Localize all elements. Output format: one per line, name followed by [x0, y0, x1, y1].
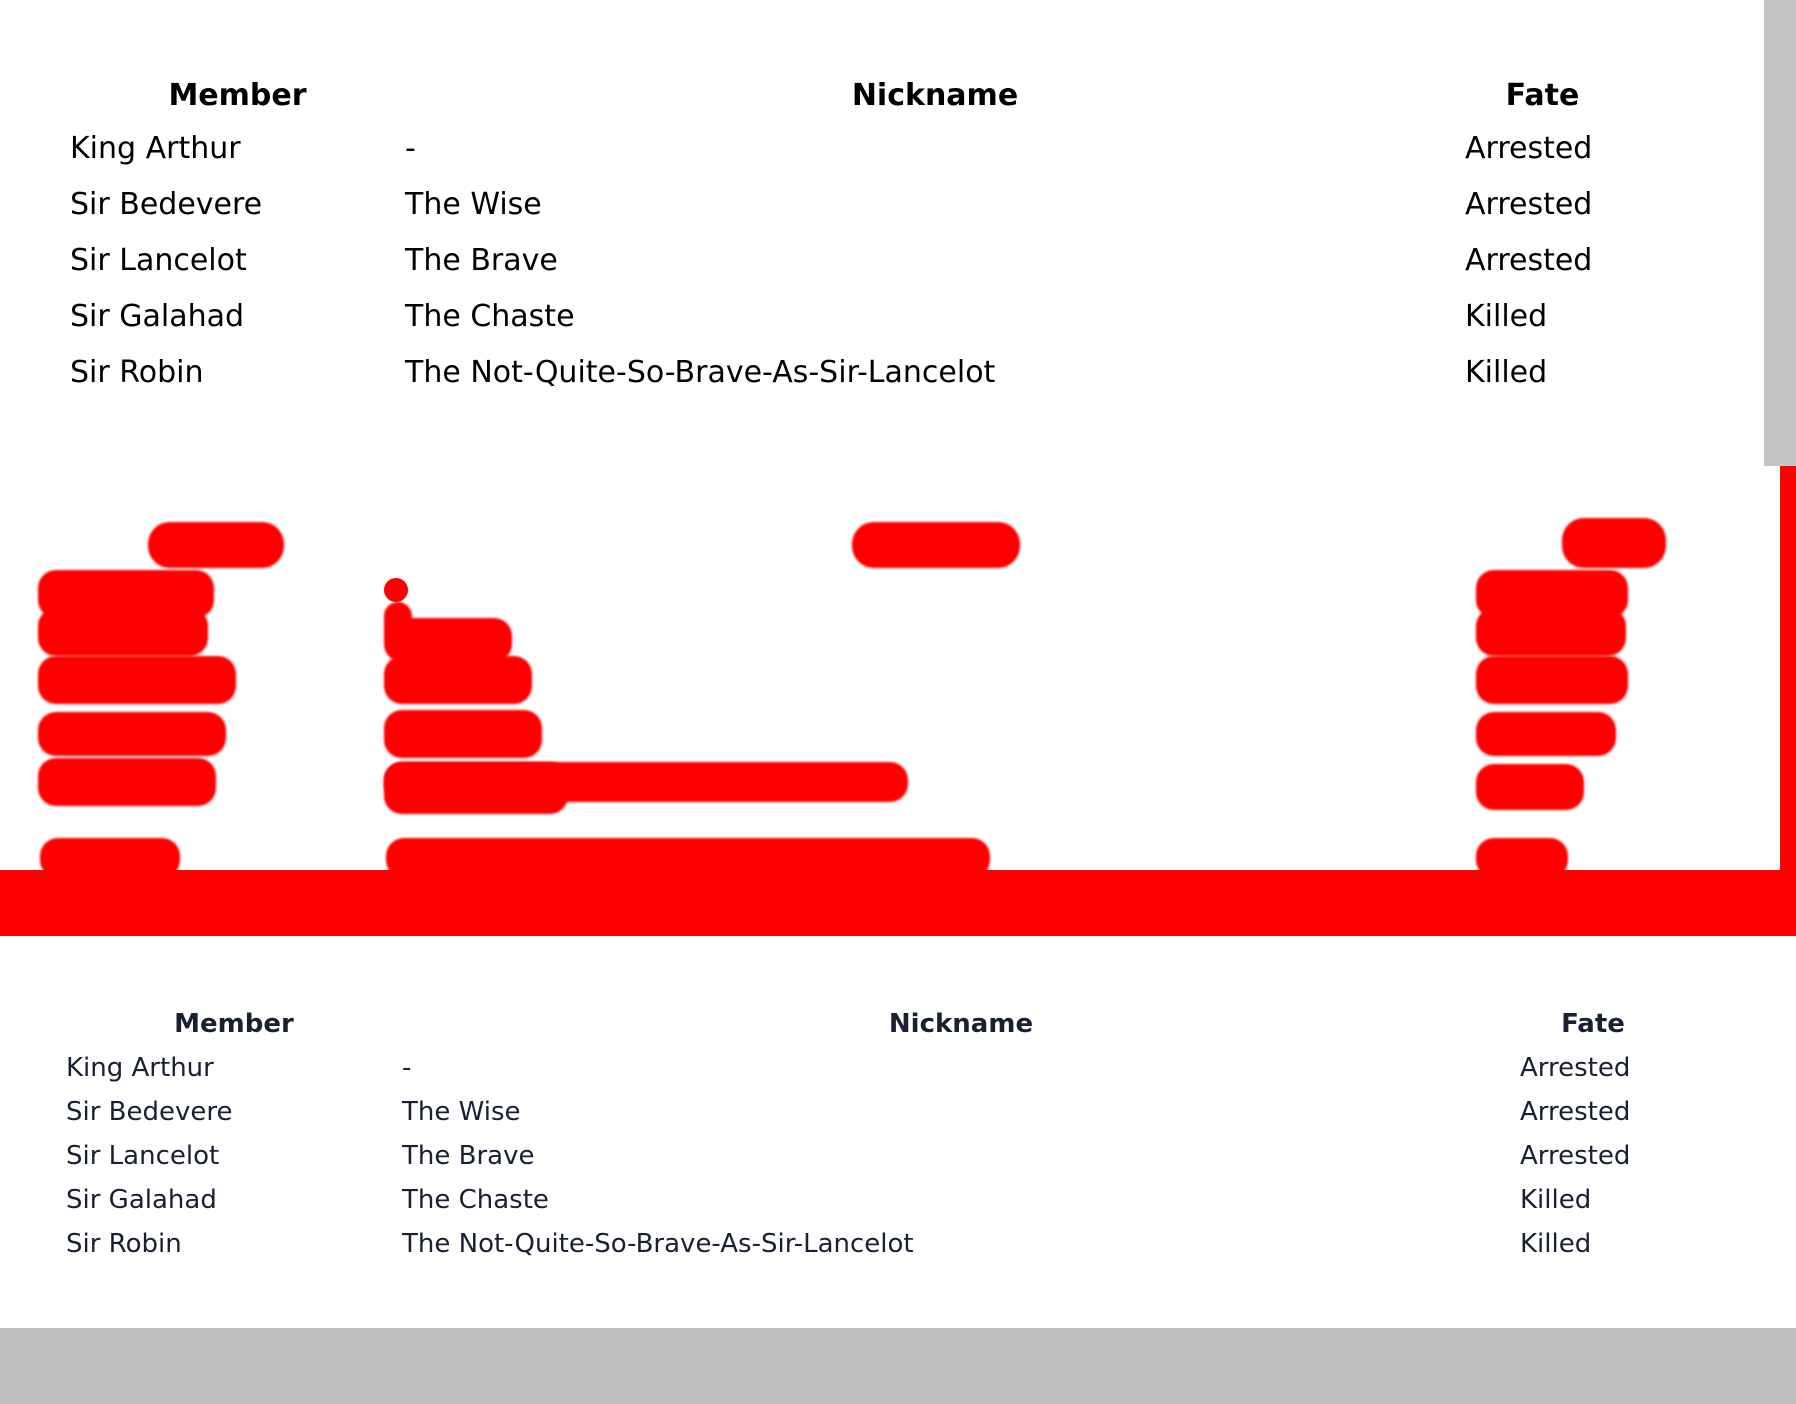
- nickname-cell: The Not-Quite-So-Brave-As-Sir-Lancelot: [405, 354, 996, 390]
- diff-blob: [384, 710, 542, 758]
- member-column-header: Member: [174, 1009, 294, 1039]
- diff-blob: [38, 758, 216, 806]
- member-cell: Sir Bedevere: [66, 1097, 233, 1127]
- fate-cell: Arrested: [1520, 1097, 1631, 1127]
- diff-edge-rail: [1780, 466, 1796, 870]
- diff-blob: [38, 608, 208, 656]
- table-row: King Arthur - Arrested: [70, 120, 1620, 176]
- diff-band: [0, 870, 1796, 936]
- table-row: Sir Bedevere The Wise Arrested: [66, 1090, 1666, 1134]
- member-cell: Sir Lancelot: [70, 242, 247, 278]
- member-cell: King Arthur: [66, 1053, 214, 1083]
- nickname-cell: The Brave: [402, 1141, 535, 1171]
- diff-blob: [384, 762, 908, 802]
- fate-cell: Killed: [1465, 354, 1548, 390]
- bottom-render-panel: Member Nickname Fate King Arthur - Arres…: [0, 936, 1764, 1328]
- fate-cell: Killed: [1520, 1185, 1592, 1215]
- diff-blob: [384, 578, 408, 602]
- fate-column-header: Fate: [1505, 77, 1580, 113]
- diff-blob: [1476, 608, 1626, 656]
- nickname-cell: The Brave: [405, 242, 558, 278]
- fate-cell: Arrested: [1465, 130, 1593, 166]
- diff-blob-header-fate: [1562, 518, 1666, 568]
- diff-blob: [1476, 764, 1584, 810]
- diff-blob: [1476, 712, 1616, 756]
- table-row: Sir Lancelot The Brave Arrested: [66, 1134, 1666, 1178]
- knights-table-bottom: Member Nickname Fate King Arthur - Arres…: [66, 1002, 1666, 1266]
- member-cell: Sir Galahad: [66, 1185, 217, 1215]
- diff-blob: [384, 656, 532, 704]
- nickname-cell: The Wise: [402, 1097, 521, 1127]
- table-row: King Arthur - Arrested: [66, 1046, 1666, 1090]
- fate-cell: Killed: [1520, 1229, 1592, 1259]
- diff-blob: [38, 712, 226, 756]
- table-row: Sir Galahad The Chaste Killed: [70, 288, 1620, 344]
- knights-table-top: Member Nickname Fate King Arthur - Arres…: [70, 70, 1620, 400]
- table-header-row: Member Nickname Fate: [70, 70, 1620, 120]
- member-cell: Sir Robin: [70, 354, 204, 390]
- nickname-cell: The Chaste: [405, 298, 575, 334]
- member-column-header: Member: [168, 77, 307, 113]
- table-row: Sir Lancelot The Brave Arrested: [70, 232, 1620, 288]
- diff-blob-header-member: [148, 522, 284, 568]
- table-row: Sir Galahad The Chaste Killed: [66, 1178, 1666, 1222]
- member-cell: King Arthur: [70, 130, 241, 166]
- scrollbar-track[interactable]: [1764, 0, 1796, 466]
- table-row: Sir Bedevere The Wise Arrested: [70, 176, 1620, 232]
- fate-cell: Killed: [1465, 298, 1548, 334]
- table-row: Sir Robin The Not-Quite-So-Brave-As-Sir-…: [70, 344, 1620, 400]
- member-cell: Sir Robin: [66, 1229, 182, 1259]
- member-cell: Sir Galahad: [70, 298, 245, 334]
- diff-overlay-panel: [0, 466, 1796, 936]
- fate-cell: Arrested: [1520, 1053, 1631, 1083]
- table-header-row: Member Nickname Fate: [66, 1002, 1666, 1046]
- table-row: Sir Robin The Not-Quite-So-Brave-As-Sir-…: [66, 1222, 1666, 1266]
- footer-bar: [0, 1328, 1796, 1404]
- diff-blob: [38, 656, 236, 704]
- nickname-cell: The Not-Quite-So-Brave-As-Sir-Lancelot: [402, 1229, 914, 1259]
- nickname-cell: -: [405, 130, 416, 166]
- fate-cell: Arrested: [1465, 242, 1593, 278]
- diff-blob: [1476, 656, 1628, 704]
- fate-column-header: Fate: [1561, 1009, 1625, 1039]
- fate-cell: Arrested: [1520, 1141, 1631, 1171]
- nickname-column-header: Nickname: [888, 1009, 1034, 1039]
- member-cell: Sir Lancelot: [66, 1141, 220, 1171]
- nickname-cell: The Wise: [405, 186, 542, 222]
- nickname-column-header: Nickname: [851, 77, 1019, 113]
- nickname-cell: The Chaste: [402, 1185, 549, 1215]
- fate-cell: Arrested: [1465, 186, 1593, 222]
- top-render-panel: Member Nickname Fate King Arthur - Arres…: [0, 0, 1764, 466]
- nickname-cell: -: [402, 1053, 412, 1083]
- diff-blob-header-nickname: [852, 522, 1020, 568]
- member-cell: Sir Bedevere: [70, 186, 263, 222]
